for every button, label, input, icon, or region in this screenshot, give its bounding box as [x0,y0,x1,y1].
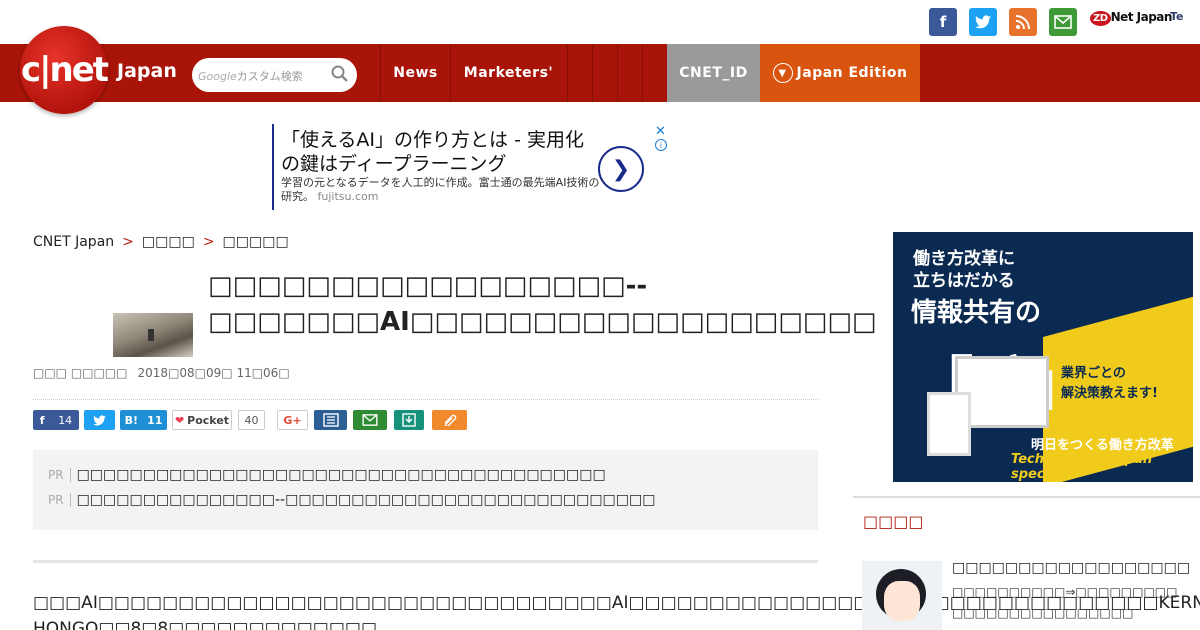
pr-link-text[interactable]: □□□□□□□□□□□□□□□□□□□□□□□□□□□□□□□□□□□□□□□□ [77,467,606,483]
divider [33,399,818,400]
pocket-count: 40 [238,410,265,430]
pr-link[interactable]: PR □□□□□□□□□□□□□□□--□□□□□□□□□□□□□□□□□□□□□… [48,492,655,508]
mail-icon[interactable] [1049,8,1077,36]
search-input[interactable]: Googleカスタム検索 [192,58,357,92]
pr-link-text[interactable]: □□□□□□□□□□□□□□□--□□□□□□□□□□□□□□□□□□□□□□□… [77,492,656,508]
publish-date: 2018□08□09□ 11□06□ [137,366,290,380]
breadcrumb-separator: > [202,234,215,250]
sidebar-item-thumbnail[interactable] [862,561,942,630]
divider [33,560,818,563]
pr-tag: PR [48,468,71,482]
save-button[interactable] [394,410,424,430]
sidebar-ad-brand: TechRepublic Japan special [1011,452,1153,482]
facebook-share-count: 14 [58,413,73,427]
zdnet-japan-link[interactable]: ZD Net Japan [1090,10,1172,26]
info-icon[interactable]: i [655,139,667,151]
facebook-share-button[interactable]: f 14 [33,410,79,430]
tablet-illustration [927,392,971,456]
article-headline: □□□□□□□□□□□□□□□□□--□□□□□□□AI□□□□□□□□□□□□… [208,271,877,337]
download-icon [402,413,416,427]
twitter-icon [93,414,106,425]
author-name[interactable]: □□□ □□□□□ [33,366,128,380]
character-face [884,581,920,621]
ad-description: 学習の元となるデータを人工的に作成。富士通の最先端AI技術の研究。 fujits… [281,176,600,203]
pocket-button[interactable]: ❤ Pocket [172,410,232,430]
breadcrumb-subsection[interactable]: □□□□□ [223,234,289,250]
chevron-down-icon: ▼ [772,63,793,83]
main-nav: Japan Googleカスタム検索 News Marketers' CNET_… [0,44,1200,102]
logo-japan-label: Japan [117,60,177,82]
twitter-icon[interactable] [969,8,997,36]
close-icon[interactable]: ✕ [655,124,666,139]
twitter-share-button[interactable] [84,410,115,430]
sidebar-ad-subtitle: 業界ごとの 解決策教えます! [1061,366,1158,401]
paperclip-icon [444,414,456,426]
hatena-count: 11 [147,413,163,427]
sidebar-section-title: □□□□ [863,512,924,531]
pr-link[interactable]: PR □□□□□□□□□□□□□□□□□□□□□□□□□□□□□□□□□□□□□□… [48,467,606,483]
sidebar-ad-tagline: 明日をつくる働き方改革 [1031,438,1174,453]
sidebar-item-description: □□□□□□□□□□⇒□□□□□□□□□ □□□□□□□□□□□□□□□□ [952,585,1178,620]
search-icon[interactable] [331,65,349,83]
ad-title[interactable]: 「使えるAI」の作り方とは - 実用化の鍵はディープラーニング [281,128,591,176]
search-placeholder: Googleカスタム検索 [198,70,303,83]
sidebar-item-title[interactable]: □□□□□□□□□□□□□□□□□□ [952,560,1190,576]
hatena-bookmark-button[interactable]: B! 11 [120,410,167,430]
divider [853,496,1200,498]
facebook-icon: f [39,413,45,427]
article-byline: □□□ □□□□□ 2018□08□09□ 11□06□ [33,366,290,380]
ad-banner[interactable]: 「使えるAI」の作り方とは - 実用化の鍵はディープラーニング 学習の元となるデ… [272,124,668,210]
clip-button[interactable] [432,410,467,430]
sidebar-ad-headline: 働き方改革に 立ちはだかる [913,249,1015,291]
hatena-icon: B! [124,413,138,427]
email-share-button[interactable] [353,410,387,430]
pr-links-box: PR □□□□□□□□□□□□□□□□□□□□□□□□□□□□□□□□□□□□□□… [33,450,818,530]
print-icon [322,413,339,427]
sidebar-ad[interactable]: 働き方改革に立ちはだかる 情報共有の「壁」 業界ごとの解決策教えます! 明日をつ… [893,232,1193,482]
print-button[interactable] [314,410,347,430]
breadcrumb-separator: > [122,234,134,250]
top-social-bar: f ZD Net Japan Te [0,0,1200,44]
breadcrumb: CNET Japan > □□□□ > □□□□□ [33,234,289,250]
article-thumbnail [113,313,193,357]
breadcrumb-home[interactable]: CNET Japan [33,234,114,250]
article-body: □□□AI□□□□□□□□□□□□□□□□□□□□□□□□□□□□□□□□AI□… [33,593,1200,630]
pocket-label: Pocket [187,413,230,427]
edition-selector[interactable]: ▼ Japan Edition [760,44,920,102]
chevron-right-icon[interactable]: ❯ [598,146,644,192]
nav-news[interactable]: News [381,44,450,102]
nav-marketers[interactable]: Marketers' [451,44,566,102]
edition-label: Japan Edition [796,65,908,81]
pocket-icon: ❤ [174,413,185,427]
rss-icon[interactable] [1009,8,1037,36]
cnet-logo[interactable]: c|net [20,26,109,114]
facebook-icon[interactable]: f [929,8,957,36]
google-plus-button[interactable]: G+ [277,410,308,430]
breadcrumb-section[interactable]: □□□□ [142,234,195,250]
pr-tag: PR [48,493,71,507]
nav-cnet-id[interactable]: CNET_ID [667,44,760,102]
techrepublic-link[interactable]: Te [1170,10,1184,23]
mail-icon [362,414,378,426]
